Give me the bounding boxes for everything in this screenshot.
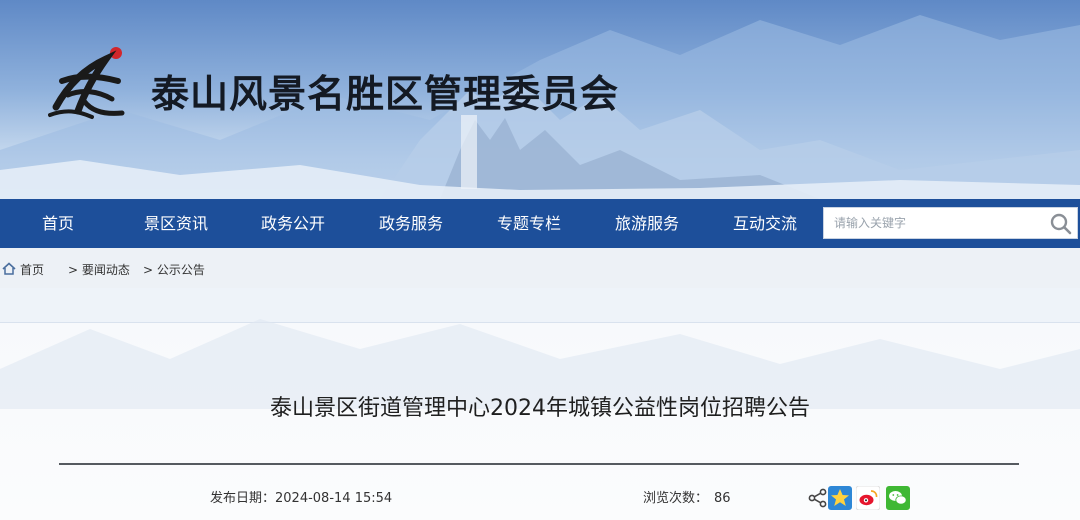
nav-item-gov-open[interactable]: 政务公开 xyxy=(254,199,332,248)
site-title: 泰山风景名胜区管理委员会 xyxy=(151,72,620,116)
views-value: 86 xyxy=(714,491,731,506)
publish-date: 发布日期：2024-08-14 15:54 xyxy=(210,487,392,506)
nav-item-tourism[interactable]: 旅游服务 xyxy=(608,199,686,248)
weibo-icon[interactable] xyxy=(856,486,880,510)
search-box xyxy=(823,207,1078,239)
title-divider xyxy=(59,463,1019,465)
search-input[interactable] xyxy=(824,208,1044,238)
breadcrumb-home[interactable]: 首页 xyxy=(20,261,44,278)
article-title: 泰山景区街道管理中心2024年城镇公益性岗位招聘公告 xyxy=(270,396,810,421)
views-label: 浏览次数： xyxy=(643,491,709,506)
publish-date-value: 2024-08-14 15:54 xyxy=(275,491,393,506)
breadcrumb-notices[interactable]: > 公示公告 xyxy=(143,261,205,278)
nav-item-interaction[interactable]: 互动交流 xyxy=(726,199,804,248)
publish-label: 发布日期： xyxy=(210,491,276,506)
home-icon xyxy=(2,262,16,275)
wechat-icon[interactable] xyxy=(886,486,910,510)
header-banner: 泰山风景名胜区管理委员会 xyxy=(0,0,1080,199)
share-icon[interactable] xyxy=(806,486,830,510)
nav-item-gov-service[interactable]: 政务服务 xyxy=(372,199,450,248)
nav-item-topics[interactable]: 专题专栏 xyxy=(490,199,568,248)
view-count: 浏览次数： 86 xyxy=(643,487,731,506)
qzone-icon[interactable] xyxy=(828,486,852,510)
nav-item-home[interactable]: 首页 xyxy=(27,199,89,248)
search-icon[interactable] xyxy=(1050,213,1072,235)
nav-item-scenic-news[interactable]: 景区资讯 xyxy=(137,199,215,248)
logo-icon xyxy=(48,47,125,119)
breadcrumb-news[interactable]: > 要闻动态 xyxy=(68,261,130,278)
